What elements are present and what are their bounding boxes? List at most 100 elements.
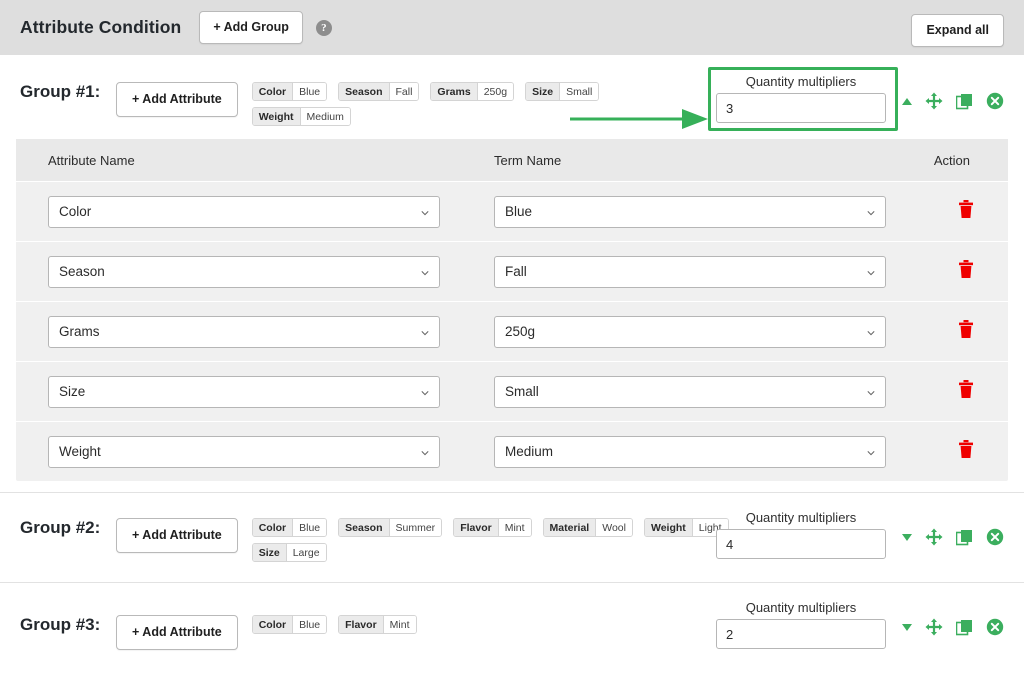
row-action-cell — [924, 259, 992, 284]
quantity-multipliers-block-2: Quantity multipliers — [716, 510, 886, 559]
tag-key: Flavor — [339, 616, 384, 633]
tag-value: Small — [560, 83, 599, 100]
group-actions-2 — [902, 528, 1004, 546]
tag-key: Season — [339, 83, 390, 100]
delete-circle-icon-3[interactable] — [986, 618, 1004, 636]
group-label-1: Group #1: — [20, 82, 101, 101]
tag-value: Blue — [293, 83, 327, 100]
attribute-tag-list-2: Color Blue Season Summer Flavor Mint Mat… — [251, 518, 732, 562]
collapse-toggle-icon-2[interactable] — [902, 533, 912, 541]
tag-key: Size — [526, 83, 561, 100]
attribute-name-select-2[interactable]: Season — [48, 255, 440, 288]
row-action-cell — [924, 379, 992, 404]
delete-circle-icon-2[interactable] — [986, 528, 1004, 546]
group-actions-3 — [902, 618, 1004, 636]
add-attribute-button-3[interactable]: + Add Attribute — [116, 615, 238, 650]
duplicate-icon-3[interactable] — [956, 619, 973, 636]
tag-value: Blue — [293, 519, 327, 536]
move-arrows-icon-1[interactable] — [925, 92, 943, 110]
add-attribute-button-2[interactable]: + Add Attribute — [116, 518, 238, 553]
attribute-tag: Grams 250g — [430, 82, 515, 101]
attribute-tag: Season Fall — [338, 82, 420, 101]
tag-value: Blue — [293, 616, 327, 633]
tag-key: Season — [339, 519, 390, 536]
tag-key: Size — [252, 544, 287, 561]
tag-value: Large — [286, 544, 326, 561]
attribute-select-cell: Size — [32, 375, 494, 408]
collapse-toggle-icon-3[interactable] — [902, 623, 912, 631]
attribute-select-cell: Weight — [32, 435, 494, 468]
quantity-multipliers-input-1[interactable] — [716, 93, 886, 123]
tag-key: Color — [252, 83, 294, 100]
page-header-bar: Attribute Condition + Add Group ? Expand… — [0, 0, 1024, 55]
quantity-multipliers-block-3: Quantity multipliers — [716, 600, 886, 649]
attribute-select-cell: Grams — [32, 315, 494, 348]
attribute-tag: Size Small — [525, 82, 600, 101]
attribute-tag-list-3: Color Blue Flavor Mint — [251, 615, 417, 634]
tag-key: Flavor — [454, 519, 499, 536]
row-action-cell — [924, 319, 992, 344]
quantity-multipliers-input-3[interactable] — [716, 619, 886, 649]
tag-value: Wool — [596, 519, 632, 536]
attribute-select-cell: Color — [32, 195, 494, 228]
term-name-select-5[interactable]: Medium — [494, 435, 886, 468]
term-name-select-3[interactable]: 250g — [494, 315, 886, 348]
row-action-cell — [924, 199, 992, 224]
row-action-cell — [924, 439, 992, 464]
move-arrows-icon-2[interactable] — [925, 528, 943, 546]
table-row: Weight Medium — [16, 421, 1008, 481]
trash-icon-row-1[interactable] — [958, 199, 974, 224]
group-label-2: Group #2: — [20, 518, 101, 537]
tag-value: 250g — [477, 83, 514, 100]
quantity-multipliers-input-2[interactable] — [716, 529, 886, 559]
duplicate-icon-2[interactable] — [956, 529, 973, 546]
help-circle-icon[interactable]: ? — [315, 19, 332, 36]
attribute-tag: Material Wool — [542, 518, 633, 537]
attribute-tag: Flavor Mint — [453, 518, 532, 537]
tag-key: Color — [252, 519, 294, 536]
attribute-tag: Weight Medium — [251, 107, 351, 126]
collapse-toggle-icon-1[interactable] — [902, 97, 912, 105]
tag-value: Summer — [389, 519, 442, 536]
tag-value: Mint — [498, 519, 531, 536]
attribute-tag: Color Blue — [251, 518, 328, 537]
duplicate-icon-1[interactable] — [956, 93, 973, 110]
term-select-cell: 250g — [494, 315, 924, 348]
delete-circle-icon-1[interactable] — [986, 92, 1004, 110]
add-group-button[interactable]: + Add Group — [199, 11, 303, 44]
attribute-name-select-3[interactable]: Grams — [48, 315, 440, 348]
quantity-multipliers-label-1: Quantity multipliers — [745, 74, 857, 89]
expand-all-button[interactable]: Expand all — [911, 14, 1004, 47]
trash-icon-row-5[interactable] — [958, 439, 974, 464]
attribute-table-1: Attribute Name Term Name Action Color Bl… — [16, 139, 1008, 481]
attribute-name-select-4[interactable]: Size — [48, 375, 440, 408]
term-select-cell: Small — [494, 375, 924, 408]
quantity-multipliers-label-2: Quantity multipliers — [745, 510, 857, 525]
attribute-tag: Size Large — [251, 543, 327, 562]
term-name-select-2[interactable]: Fall — [494, 255, 886, 288]
attribute-name-select-1[interactable]: Color — [48, 195, 440, 228]
tag-key: Weight — [252, 108, 301, 125]
attribute-name-select-5[interactable]: Weight — [48, 435, 440, 468]
term-name-select-1[interactable]: Blue — [494, 195, 886, 228]
term-select-cell: Medium — [494, 435, 924, 468]
add-attribute-button-1[interactable]: + Add Attribute — [116, 82, 238, 117]
table-header-row: Attribute Name Term Name Action — [16, 139, 1008, 181]
trash-icon-row-2[interactable] — [958, 259, 974, 284]
trash-icon-row-4[interactable] — [958, 379, 974, 404]
tag-key: Grams — [431, 83, 478, 100]
attribute-condition-page: Attribute Condition + Add Group ? Expand… — [0, 0, 1024, 673]
group-divider — [0, 582, 1024, 583]
group-actions-1 — [902, 92, 1004, 110]
trash-icon-row-3[interactable] — [958, 319, 974, 344]
attribute-tag: Season Summer — [338, 518, 443, 537]
term-select-cell: Blue — [494, 195, 924, 228]
column-header-term-name: Term Name — [494, 152, 562, 168]
attribute-tag-list-1: Color Blue Season Fall Grams 250g Size S… — [251, 82, 704, 126]
move-arrows-icon-3[interactable] — [925, 618, 943, 636]
term-select-cell: Fall — [494, 255, 924, 288]
table-row: Size Small — [16, 361, 1008, 421]
tag-key: Color — [252, 616, 294, 633]
term-name-select-4[interactable]: Small — [494, 375, 886, 408]
column-header-action: Action — [933, 152, 970, 168]
